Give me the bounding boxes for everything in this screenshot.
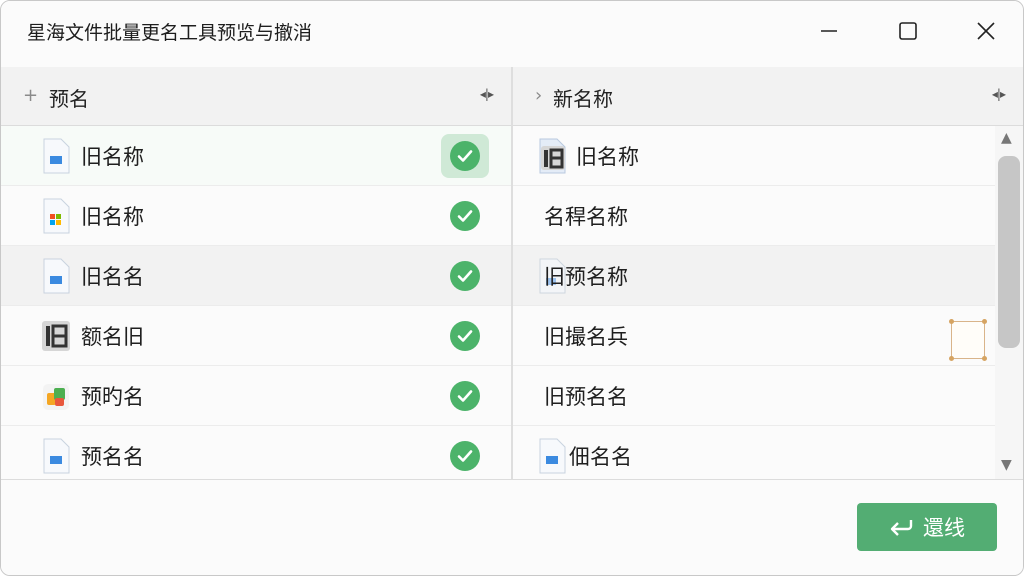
windows-grid-icon bbox=[43, 198, 70, 234]
title-bar: 星海文件批量更名工具预览与撤消 bbox=[1, 1, 1023, 65]
vertical-scrollbar[interactable]: ▲ ▼ bbox=[995, 126, 1023, 479]
check-icon[interactable] bbox=[450, 441, 480, 471]
close-icon bbox=[977, 22, 995, 40]
new-name: 旧预名名 bbox=[544, 385, 628, 409]
table-row[interactable]: 旧名称 bbox=[1, 126, 511, 186]
new-name: 佃名名 bbox=[569, 445, 632, 469]
column-header-label: 预名 bbox=[49, 87, 89, 111]
old-name: 旧名名 bbox=[81, 265, 144, 289]
maximize-button[interactable] bbox=[890, 15, 926, 47]
table-row[interactable]: 名稈名称 bbox=[513, 186, 995, 246]
column-resize-handle[interactable]: ◂|▸ bbox=[480, 87, 494, 101]
maximize-icon bbox=[899, 22, 917, 40]
check-icon[interactable] bbox=[450, 321, 480, 351]
scroll-up-icon[interactable]: ▲ bbox=[1001, 130, 1012, 146]
doc-blue-icon bbox=[43, 138, 70, 174]
table-row[interactable]: 旧预名称 bbox=[513, 246, 995, 306]
check-icon[interactable] bbox=[450, 261, 480, 291]
doc-blue-icon bbox=[43, 258, 70, 294]
column-header-new-name[interactable]: › 新名称 ◂|▸ bbox=[513, 67, 1023, 126]
table-row[interactable]: 旧名称 bbox=[513, 126, 995, 186]
new-name: 旧预名称 bbox=[544, 265, 628, 289]
old-name: 旧名称 bbox=[81, 145, 144, 169]
scroll-thumb[interactable] bbox=[998, 156, 1020, 348]
table-row[interactable]: 旧预名名 bbox=[513, 366, 995, 426]
new-name-list: 旧名称 名稈名称 旧预名称 旧撮名兵 旧预名名 佃名名 bbox=[513, 126, 995, 486]
chevron-right-icon: › bbox=[535, 85, 543, 106]
restore-label: 還线 bbox=[923, 516, 965, 540]
column-header-label: 新名称 bbox=[553, 87, 613, 111]
table-row[interactable]: 旧名名 bbox=[1, 246, 511, 306]
old-glyph-icon bbox=[539, 138, 566, 174]
column-resize-handle[interactable]: ◂|▸ bbox=[992, 87, 1006, 101]
old-name-list: 旧名称 旧名称 旧名名 额名旧 预旳名 预名名 bbox=[1, 126, 511, 486]
table-row[interactable]: 旧撮名兵 bbox=[513, 306, 995, 366]
old-name: 额名旧 bbox=[81, 325, 144, 349]
return-arrow-icon bbox=[890, 520, 913, 536]
colorful-app-icon bbox=[43, 384, 69, 410]
table-row[interactable]: 预旳名 bbox=[1, 366, 511, 426]
minimize-icon bbox=[821, 30, 837, 32]
rename-preview-window: 星海文件批量更名工具预览与撤消 + 预名 ◂|▸ › 新名称 ◂|▸ 旧名称 旧… bbox=[0, 0, 1024, 576]
close-button[interactable] bbox=[968, 15, 1004, 47]
new-name: 旧撮名兵 bbox=[544, 325, 628, 349]
new-name: 名稈名称 bbox=[544, 205, 628, 229]
old-name: 旧名称 bbox=[81, 205, 144, 229]
column-header-old-name[interactable]: + 预名 ◂|▸ bbox=[1, 67, 511, 126]
check-icon[interactable] bbox=[450, 141, 480, 171]
table-row[interactable]: 旧名称 bbox=[1, 186, 511, 246]
check-icon[interactable] bbox=[450, 201, 480, 231]
footer: 還线 bbox=[1, 479, 1023, 575]
new-name: 旧名称 bbox=[576, 145, 639, 169]
restore-button[interactable]: 還线 bbox=[857, 503, 997, 551]
table-row[interactable]: 佃名名 bbox=[513, 426, 995, 486]
drag-handle[interactable] bbox=[949, 319, 987, 361]
doc-blue-icon bbox=[539, 438, 566, 474]
minimize-button[interactable] bbox=[811, 15, 847, 47]
table-row[interactable]: 额名旧 bbox=[1, 306, 511, 366]
window-title: 星海文件批量更名工具预览与撤消 bbox=[27, 22, 313, 44]
plus-icon: + bbox=[23, 85, 39, 106]
doc-blue-icon bbox=[43, 438, 70, 474]
table-row[interactable]: 预名名 bbox=[1, 426, 511, 486]
check-icon[interactable] bbox=[450, 381, 480, 411]
old-name: 预名名 bbox=[81, 445, 144, 469]
old-glyph-icon bbox=[42, 321, 70, 351]
old-name: 预旳名 bbox=[81, 385, 144, 409]
scroll-down-icon[interactable]: ▼ bbox=[1001, 457, 1012, 473]
